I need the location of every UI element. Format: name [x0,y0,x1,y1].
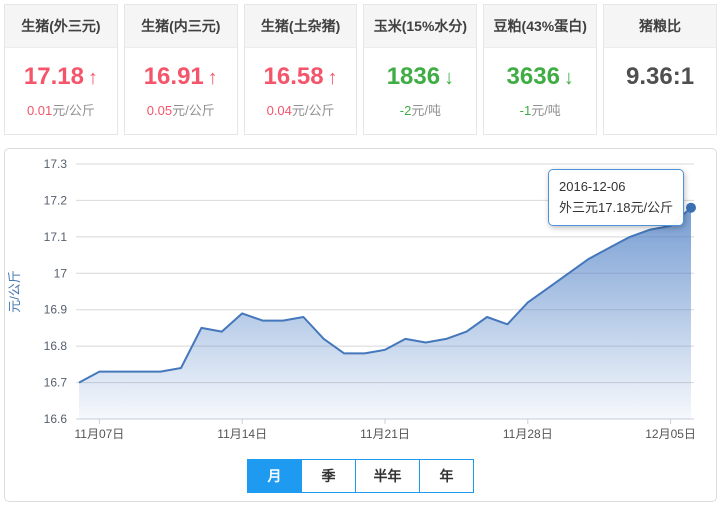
card-title: 生猪(内三元) [124,5,237,48]
stat-card-pig-wai-san-yuan: 生猪(外三元) 17.18 ↑ 0.01元/公斤 [4,4,118,135]
card-value: 1836 ↓ [364,64,476,91]
change-unit: 元/公斤 [52,103,95,118]
x-tick-label: 11月14日 [217,427,267,441]
down-arrow-icon: ↓ [444,67,455,89]
change-value: 0.04 [266,103,292,118]
stat-card-soybean-meal: 豆粕(43%蛋白) 3636 ↓ -1元/吨 [483,4,598,135]
value-text: 16.91 [143,63,204,90]
y-tick-label: 16.7 [44,376,68,390]
tab-month[interactable]: 月 [247,459,302,493]
last-point-marker [686,202,696,213]
x-tick-label: 11月07日 [74,427,124,441]
card-body: 3636 ↓ -1元/吨 [484,48,596,119]
up-arrow-icon: ↑ [207,67,218,89]
change-unit: 元/公斤 [291,103,335,118]
value-text: 1836 [386,63,441,90]
y-tick-label: 16.6 [44,412,68,426]
card-change: -1元/吨 [484,100,596,119]
tooltip-value: 外三元17.18元/公斤 [559,200,674,216]
card-title: 豆粕(43%蛋白) [484,5,597,48]
change-unit: 元/吨 [531,103,561,118]
card-change: -2元/吨 [364,100,476,119]
card-change: 0.05元/公斤 [125,100,237,119]
card-body: 1836 ↓ -2元/吨 [364,48,476,119]
x-tick-label: 12月05日 [645,427,696,441]
card-value: 17.18 ↑ [5,64,117,91]
card-title: 猪粮比 [604,5,716,48]
up-arrow-icon: ↑ [87,67,98,89]
tab-half-year[interactable]: 半年 [355,459,420,493]
change-value: -2 [399,103,412,118]
change-unit: 元/吨 [411,103,441,118]
value-text: 16.58 [263,63,324,90]
x-tick-label: 11月28日 [503,427,553,441]
value-text: 3636 [506,63,560,90]
card-title: 生猪(土杂猪) [244,5,357,48]
y-tick-label: 16.8 [44,339,68,353]
card-value: 9.36:1 [604,64,716,90]
card-title: 玉米(15%水分) [364,5,477,48]
card-body: 16.58 ↑ 0.04元/公斤 [245,48,357,119]
up-arrow-icon: ↑ [327,67,338,89]
card-change: 0.04元/公斤 [245,100,357,119]
tab-year[interactable]: 年 [419,459,474,493]
y-tick-label: 17 [54,266,68,280]
change-value: -1 [519,103,532,118]
down-arrow-icon: ↓ [563,67,574,89]
stat-card-corn: 玉米(15%水分) 1836 ↓ -2元/吨 [363,4,478,135]
value-text: 9.36:1 [626,63,695,90]
tooltip-date: 2016-12-06 [559,179,626,194]
stat-cards-row: 生猪(外三元) 17.18 ↑ 0.01元/公斤 生猪(内三元) 16.91 ↑ 0… [0,0,721,135]
y-axis-title: 元/公斤 [7,270,22,313]
card-title: 生猪(外三元) [5,5,117,48]
card-body: 17.18 ↑ 0.01元/公斤 [5,48,117,119]
stat-card-pig-nei-san-yuan: 生猪(内三元) 16.91 ↑ 0.05元/公斤 [123,4,238,135]
change-unit: 元/公斤 [172,103,215,118]
chart-tooltip: 2016-12-06 外三元17.18元/公斤 [548,169,685,226]
card-value: 16.58 ↑ [245,64,357,91]
card-value: 3636 ↓ [484,64,596,91]
period-tabs: 月 季 半年 年 [5,459,716,493]
y-tick-label: 16.9 [44,303,68,317]
x-tick-label: 11月21日 [360,427,410,441]
value-text: 17.18 [23,63,84,90]
y-tick-label: 17.2 [44,193,68,207]
card-body: 16.91 ↑ 0.05元/公斤 [125,48,237,119]
stat-card-pig-tu-za-zhu: 生猪(土杂猪) 16.58 ↑ 0.04元/公斤 [243,4,358,135]
y-tick-label: 17.1 [44,230,68,244]
card-change: 0.01元/公斤 [5,100,117,119]
area-fill [79,207,691,419]
y-tick-label: 17.3 [44,157,68,171]
price-trend-chart-panel: 17.3 17.2 17.1 17 16.9 16.8 16.7 16.6 11月07日 11月1… [4,148,717,502]
stat-card-pig-grain-ratio: 猪粮比 9.36:1 [603,4,717,135]
tab-quarter[interactable]: 季 [301,459,356,493]
card-body: 9.36:1 [604,48,716,90]
card-value: 16.91 ↑ [125,64,237,91]
change-value: 0.05 [146,103,173,118]
change-value: 0.01 [26,103,53,118]
